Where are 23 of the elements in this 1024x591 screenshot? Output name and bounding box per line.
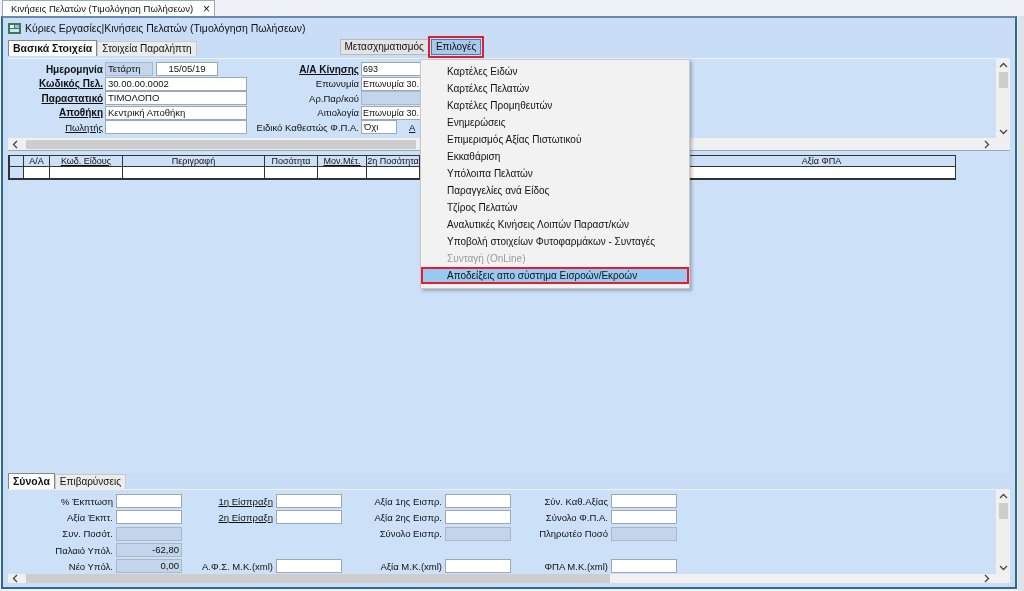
field-label: Ημερομηνία bbox=[44, 63, 103, 75]
text-field: Τετάρτη bbox=[105, 62, 153, 77]
field-label: Σύνολο Εισπρ. bbox=[378, 528, 442, 540]
field-label: Πληρωτέο Ποσό bbox=[538, 528, 608, 540]
field-label: Αξία 1ης Εισπρ. bbox=[373, 495, 442, 507]
field-label: % Έκπτωση bbox=[59, 495, 113, 507]
field-label: Σύνολο Φ.Π.Α. bbox=[544, 511, 608, 523]
field-label: Ειδικό Καθεστώς Φ.Π.Α. bbox=[255, 121, 359, 133]
field-label: Σύν. Καθ.Αξίας bbox=[543, 495, 608, 507]
field-label: Αιτιολογία bbox=[316, 107, 359, 119]
field-label: Α.Φ.Σ. Μ.Κ.(xml) bbox=[201, 560, 273, 572]
field-label: Παλαιό Υπόλ. bbox=[54, 544, 113, 556]
text-field: 0,00 bbox=[116, 559, 182, 574]
field-label: Αξία Μ.Κ.(xml) bbox=[379, 560, 442, 572]
field-label: ΦΠΑ Μ.Κ.(xml) bbox=[543, 560, 608, 572]
field-label: Αρ.Παρ/κού bbox=[308, 92, 359, 104]
window-title: Κύριες Εργασίες|Κινήσεις Πελατών (Τιμολόγηση Πωλήσεων) bbox=[25, 22, 306, 34]
text-field: -62,80 bbox=[116, 543, 182, 558]
field-label: Αξία 2ης Εισπρ. bbox=[373, 511, 442, 523]
field-label: Αξία Έκπτ. bbox=[66, 511, 113, 523]
field-label: Επωνυμία bbox=[314, 78, 359, 90]
field-label: Νέο Υπόλ. bbox=[67, 560, 113, 572]
field-label: Συν. Ποσότ. bbox=[61, 528, 113, 540]
